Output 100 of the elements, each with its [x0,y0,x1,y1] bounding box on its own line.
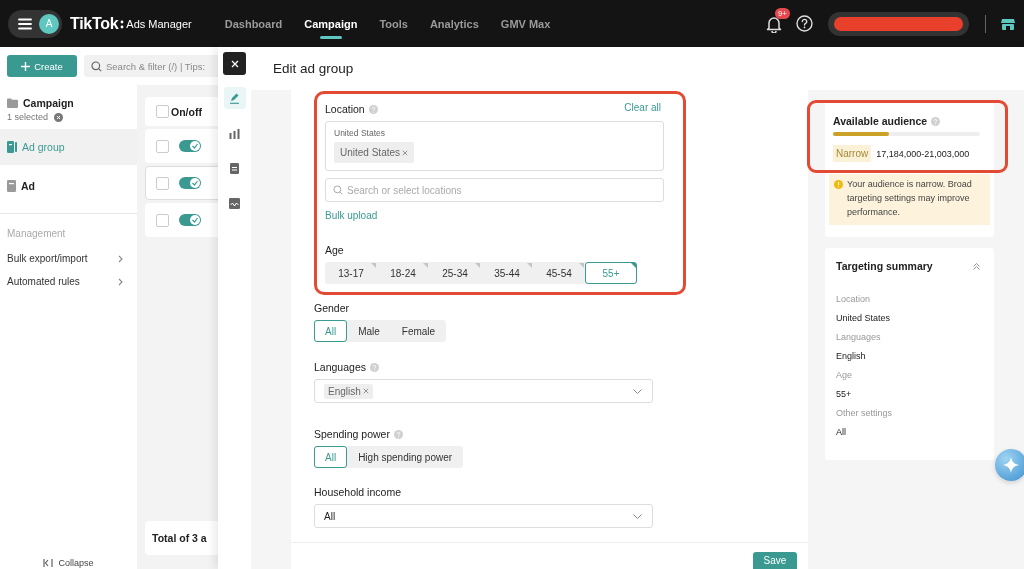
total-count: Total of 3 a [152,532,207,544]
field-label: Gender [314,302,350,314]
age-option[interactable]: 25-34 [429,262,481,284]
age-option[interactable]: 55+ [585,262,637,284]
account-pill[interactable] [828,11,969,36]
close-icon [230,59,239,68]
collapse-toggle-icon[interactable] [973,262,980,270]
bulk-upload-link[interactable]: Bulk upload [325,210,378,221]
checkbox[interactable] [156,139,169,153]
separator-icon [120,18,125,29]
section-heading: Management [6,227,67,241]
gender-option[interactable]: All [314,320,348,342]
document-icon [7,141,17,153]
search-icon [333,185,343,195]
location-tag[interactable]: United States [334,142,415,163]
nav-tab[interactable]: GMV Max [489,0,562,47]
product-name: Ads Manager [126,17,192,30]
column-header: On/off [171,105,202,118]
spending-option[interactable]: All [314,446,348,468]
summary-label: Location [836,294,872,304]
sparkle-icon [1003,457,1019,473]
sidebar-item[interactable]: Campaign [0,97,137,109]
nav-tab[interactable]: Analytics [418,0,490,47]
warning-text: Your audience is narrow. Broad targeting settings may improve performance. [847,178,973,219]
toggle-switch[interactable] [179,214,201,226]
field-label: Spending power [314,428,390,440]
summary-label: Age [836,370,853,380]
check-icon [191,216,199,224]
save-button[interactable]: Save [753,552,797,569]
summary-value: United States [836,313,892,323]
table-row[interactable] [145,129,218,163]
collapse-icon [43,559,54,567]
bell-icon[interactable] [766,14,782,33]
field-label: Languages [314,361,366,373]
summary-value: English [836,351,867,361]
toggle-switch[interactable] [179,177,201,189]
drawer-title: Edit ad group [272,60,355,78]
card-title: Targeting summary [836,260,933,272]
help-icon[interactable] [796,15,813,32]
menu-icon [18,17,32,30]
bar-chart-icon [229,127,240,139]
pencil-icon [229,92,240,104]
folder-icon [7,98,18,108]
menu-link[interactable]: Automated rules [0,270,137,293]
create-button[interactable]: Create [7,55,77,77]
table-row[interactable] [145,203,218,237]
card-title: Available audience [833,115,928,127]
warning-icon [834,180,843,189]
document-icon [7,180,16,192]
gender-option[interactable]: Male [347,320,391,342]
language-tag[interactable]: English [324,383,373,399]
menu-link[interactable]: Bulk export/import [0,247,137,270]
shop-icon[interactable] [1000,16,1016,31]
breadth-badge: Narrow [833,145,872,162]
age-option[interactable]: 13-17 [325,262,377,284]
checkbox[interactable] [156,105,169,118]
income-select[interactable]: All [314,504,653,528]
remove-icon[interactable] [402,149,409,156]
language-select[interactable]: English [314,379,653,403]
toggle-switch[interactable] [179,140,201,152]
nav-tab[interactable]: Tools [368,0,419,47]
chevron-right-icon [118,254,123,263]
gender-option[interactable]: Female [390,320,447,342]
chevron-down-icon [633,388,642,394]
audience-range: 17,184,000-21,003,000 [876,148,970,159]
nav-tab[interactable]: Campaign [293,0,369,47]
table-row[interactable] [145,166,218,200]
summary-label: Languages [836,332,882,342]
search-icon [91,61,102,72]
selection-count: 1 selected [7,112,49,122]
search-field[interactable]: Search & filter (/) | Tips: [84,55,218,77]
chevron-down-icon [633,513,642,519]
field-label: Age [325,244,344,256]
close-button[interactable] [223,52,246,75]
check-icon [191,179,199,187]
clear-all-link[interactable]: Clear all [624,101,661,113]
sidebar-item[interactable]: Ad [0,168,137,204]
check-icon [191,142,199,150]
chevron-right-icon [118,277,123,286]
rail-tab[interactable] [223,87,246,109]
age-option[interactable]: 35-44 [481,262,533,284]
field-label: Household income [314,486,401,498]
remove-icon[interactable] [362,388,369,394]
location-field[interactable]: United States United States [325,121,664,171]
summary-value: All [836,427,847,437]
age-option[interactable]: 18-24 [377,262,429,284]
summary-value: 55+ [836,389,853,399]
collapse-link[interactable]: Collapse [0,558,137,569]
spending-option[interactable]: High spending power [347,446,464,468]
checkbox[interactable] [156,176,169,190]
checkbox[interactable] [156,213,169,227]
nav-tab[interactable]: Dashboard [213,0,294,47]
group-label: United States [334,128,387,138]
clear-icon[interactable] [54,112,64,122]
summary-label: Other settings [836,408,894,418]
field-label: Location [325,103,365,115]
search-field[interactable]: Search or select locations [325,178,664,202]
document-icon [230,162,239,174]
image-icon [229,197,240,209]
plus-icon [21,61,31,71]
